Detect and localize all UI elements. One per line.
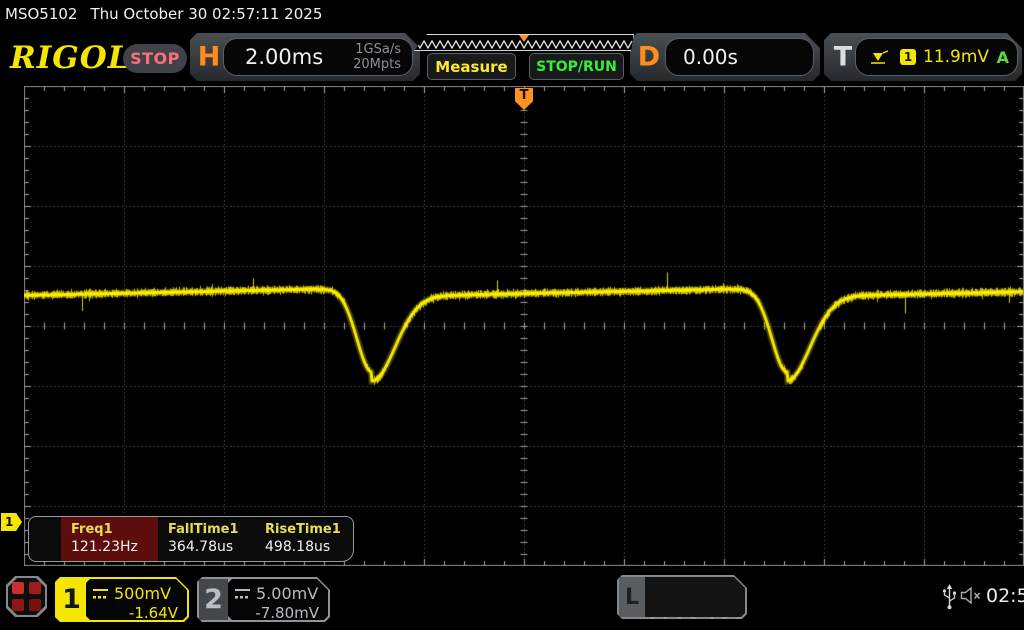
channel1-scale: 500mV (114, 584, 171, 603)
timebase-value: 2.00ms (245, 45, 323, 69)
channel2-offset: -7.80mV (228, 604, 328, 622)
trigger-pill: 1 11.9mV A (855, 38, 1018, 76)
measurement-cell-risetime[interactable]: RiseTime1 498.18us (255, 517, 352, 561)
measurement-label: Freq1 (71, 522, 158, 537)
sample-rate-block: 1GSa/s 20Mpts (353, 42, 401, 72)
trigger-panel[interactable]: T 1 11.9mV A (824, 33, 1022, 81)
dc-coupling-icon (93, 589, 108, 599)
app-grid-square (29, 582, 41, 594)
logic-channels-badge[interactable]: L 0 1 2 3 4 5 6 7 8 9 10 11 12 13 14 15 (617, 575, 747, 619)
measurement-cell-falltime[interactable]: FallTime1 364.78us (158, 517, 255, 561)
stop-run-button[interactable]: STOP/RUN (529, 53, 624, 80)
channel1-badge[interactable]: 1 500mV -1.64V (55, 577, 189, 622)
channel1-offset: -1.64V (86, 604, 187, 622)
model-name: MSO5102 (5, 5, 77, 23)
oscilloscope-screen: MSO5102 Thu October 30 02:57:11 2025 RIG… (0, 0, 1024, 630)
measurement-label: RiseTime1 (265, 522, 352, 537)
clock: 02:56 (986, 585, 1024, 607)
channel2-info: 5.00mV -7.80mV (228, 579, 328, 620)
channel1-info: 500mV -1.64V (86, 579, 187, 620)
logic-row1: 0 1 2 3 4 5 6 7 (649, 613, 745, 630)
channel2-number[interactable]: 2 (199, 579, 228, 620)
horizontal-panel[interactable]: H 2.00ms 1GSa/s 20Mpts (190, 33, 420, 81)
measurement-value: 121.23Hz (71, 539, 158, 555)
trigger-source-badge: 1 (900, 49, 916, 65)
waveform-preview-strip[interactable] (414, 34, 634, 51)
graticule-area (24, 86, 1024, 566)
trigger-sweep-mode: A (997, 48, 1009, 67)
channel1-number[interactable]: 1 (57, 579, 86, 620)
app-grid-square (12, 582, 24, 594)
logic-label: L (619, 577, 645, 617)
rigol-logo: RIGOL (10, 40, 131, 76)
measurement-value: 364.78us (168, 539, 255, 555)
measurement-cell-freq[interactable]: Freq1 121.23Hz (61, 517, 158, 561)
waveform-canvas[interactable] (24, 86, 1024, 566)
speaker-muted-icon (960, 587, 983, 604)
measurement-results-box[interactable]: Freq1 121.23Hz FallTime1 364.78us RiseTi… (28, 516, 354, 562)
delay-label: D (635, 42, 663, 73)
app-grid-icon (8, 578, 45, 615)
trigger-label: T (829, 42, 857, 73)
measurement-spacer (29, 517, 61, 561)
usb-icon (941, 583, 958, 610)
horizontal-label: H (195, 42, 223, 73)
datetime: Thu October 30 02:57:11 2025 (90, 5, 322, 23)
app-grid-square (12, 599, 24, 611)
dc-coupling-icon (235, 589, 250, 599)
channel2-badge[interactable]: 2 5.00mV -7.80mV (197, 577, 330, 622)
top-status-bar: MSO5102 Thu October 30 02:57:11 2025 (5, 0, 322, 28)
falling-edge-trigger-icon (870, 50, 890, 65)
app-menu-button[interactable] (6, 576, 47, 617)
channel1-ground-marker[interactable]: 1 (1, 513, 22, 531)
measure-button[interactable]: Measure (427, 53, 516, 80)
logic-channel-numbers: 0 1 2 3 4 5 6 7 8 9 10 11 12 13 14 15 (649, 579, 745, 630)
channel2-scale: 5.00mV (256, 584, 318, 603)
trigger-level: 11.9mV (923, 47, 989, 67)
delay-panel[interactable]: D 0.00s (630, 33, 820, 81)
preview-position-marker-icon[interactable] (519, 35, 529, 42)
memory-depth: 20Mpts (353, 57, 401, 72)
measurement-label: FallTime1 (168, 522, 255, 537)
delay-value: 0.00s (683, 45, 738, 69)
app-grid-square (29, 599, 41, 611)
run-state-badge: STOP (123, 44, 187, 73)
measurement-value: 498.18us (265, 539, 352, 555)
delay-pill: 0.00s (665, 38, 814, 76)
preview-zigzag (416, 41, 632, 48)
horizontal-pill: 2.00ms 1GSa/s 20Mpts (223, 38, 413, 76)
sample-rate: 1GSa/s (353, 42, 401, 57)
